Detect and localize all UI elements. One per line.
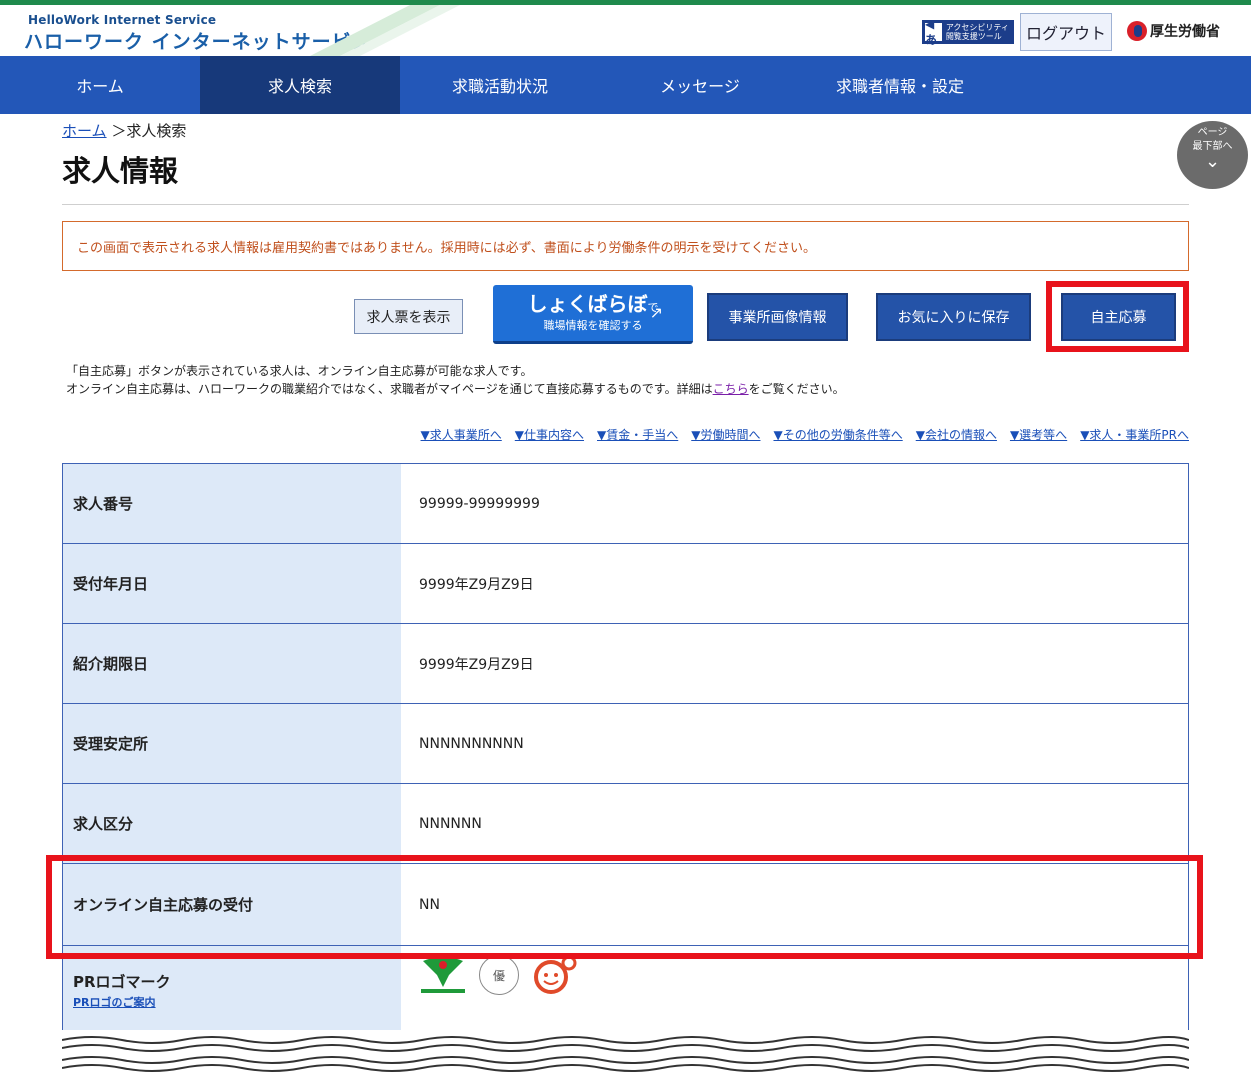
- anchor-company-info[interactable]: ▼会社の情報へ: [916, 426, 997, 443]
- nav-item-messages[interactable]: メッセージ: [600, 56, 800, 114]
- shokubarabo-button[interactable]: しょくばらぼで 職場情報を確認する ↗: [493, 285, 693, 344]
- pr-logo-label-cell: PRロゴマーク PRロゴのご案内: [63, 946, 401, 1034]
- ministry-name: 厚生労働省: [1150, 24, 1220, 40]
- row-value: NNNNNNNNNN: [401, 704, 1188, 783]
- breadcrumb-separator: ＞: [106, 122, 127, 140]
- office-images-button[interactable]: 事業所画像情報: [707, 293, 848, 341]
- anchor-job-content[interactable]: ▼仕事内容へ: [515, 426, 584, 443]
- row-value: 99999-99999999: [401, 464, 1188, 543]
- accessibility-icon: ◀あ: [925, 17, 942, 47]
- accessibility-tool-button[interactable]: ◀あ アクセシビリティ 閲覧支援ツール: [922, 17, 1014, 47]
- table-row: PRロゴマーク PRロゴのご案内 優: [62, 946, 1189, 1034]
- title-divider: [62, 204, 1189, 205]
- scroll-to-bottom-button[interactable]: ページ 最下部へ ⌄: [1177, 121, 1248, 189]
- online-apply-row-highlight: [46, 855, 1203, 959]
- scroll-button-line1: ページ: [1197, 127, 1228, 138]
- section-anchor-links: ▼求人事業所へ ▼仕事内容へ ▼賃金・手当へ ▼労働時間へ ▼その他の労働条件等…: [421, 426, 1189, 443]
- ministry-emblem-icon: [1127, 21, 1147, 41]
- nav-item-activity-status[interactable]: 求職活動状況: [400, 56, 600, 114]
- note-line1: 「自主応募」ボタンが表示されている求人は、オンライン自主応募が可能な求人です。: [66, 364, 533, 378]
- kurumin-logo-icon: [534, 955, 577, 994]
- accessibility-label: アクセシビリティ 閲覧支援ツール: [945, 23, 1009, 41]
- table-row: 紹介期限日 9999年Z9月Z9日: [62, 624, 1189, 704]
- anchor-working-hours[interactable]: ▼労働時間へ: [691, 426, 760, 443]
- anchor-selection[interactable]: ▼選考等へ: [1010, 426, 1067, 443]
- breadcrumb-home-link[interactable]: ホーム: [62, 122, 107, 140]
- row-value: 9999年Z9月Z9日: [401, 624, 1188, 703]
- table-row: 受理安定所 NNNNNNNNNN: [62, 704, 1189, 784]
- chevron-down-icon: ⌄: [1204, 151, 1221, 172]
- row-label: PRロゴマーク: [73, 972, 171, 991]
- nav-item-seeker-settings[interactable]: 求職者情報・設定: [800, 56, 1000, 114]
- site-header: HelloWork Internet Service ハローワーク インターネッ…: [0, 5, 1251, 56]
- logo-subtitle: HelloWork Internet Service: [28, 13, 217, 27]
- table-row: 求人区分 NNNNNN: [62, 784, 1189, 864]
- nav-item-job-search[interactable]: 求人検索: [200, 56, 400, 114]
- anchor-employer[interactable]: ▼求人事業所へ: [421, 426, 502, 443]
- anchor-pr[interactable]: ▼求人・事業所PRへ: [1080, 426, 1189, 443]
- logout-button[interactable]: ログアウト: [1020, 13, 1112, 51]
- pr-logos: 優: [419, 955, 577, 995]
- details-link[interactable]: こちら: [713, 382, 749, 396]
- show-job-ticket-button[interactable]: 求人票を表示: [354, 299, 463, 334]
- nav-item-home[interactable]: ホーム: [0, 56, 200, 114]
- shokubarabo-title: しょくばらぼ: [527, 292, 648, 316]
- self-apply-highlight: [1046, 281, 1189, 352]
- row-label: 紹介期限日: [63, 624, 401, 703]
- contract-notice: この画面で表示される求人情報は雇用契約書ではありません。採用時には必ず、書面によ…: [62, 221, 1189, 271]
- excellent-logo-icon: 優: [479, 955, 519, 995]
- row-label: 求人区分: [63, 784, 401, 863]
- row-label: 受理安定所: [63, 704, 401, 783]
- row-value: 9999年Z9月Z9日: [401, 544, 1188, 623]
- pr-logos-cell: 優: [401, 946, 1188, 1034]
- shokubarabo-subtitle: 職場情報を確認する: [543, 319, 643, 332]
- breadcrumb-current: 求人検索: [126, 122, 187, 140]
- save-favorite-button[interactable]: お気に入りに保存: [876, 293, 1031, 341]
- ministry-logo[interactable]: 厚生労働省: [1127, 21, 1220, 41]
- page-cut-wave-decoration: [62, 1030, 1189, 1079]
- page-title: 求人情報: [62, 154, 179, 188]
- logo-swoosh-icon: [310, 5, 460, 56]
- pr-logo-guide-link[interactable]: PRロゴのご案内: [73, 994, 156, 1010]
- main-nav: ホーム 求人検索 求職活動状況 メッセージ 求職者情報・設定: [0, 56, 1251, 114]
- note-line2-pre: オンライン自主応募は、ハローワークの職業紹介ではなく、求職者がマイページを通じて…: [66, 382, 713, 396]
- row-label: 受付年月日: [63, 544, 401, 623]
- note-line2-post: をご覧ください。: [748, 382, 845, 396]
- external-link-icon: ↗: [649, 303, 663, 322]
- row-label: 求人番号: [63, 464, 401, 543]
- anchor-other-conditions[interactable]: ▼その他の労働条件等へ: [773, 426, 902, 443]
- table-row: 求人番号 99999-99999999: [62, 464, 1189, 544]
- table-row: 受付年月日 9999年Z9月Z9日: [62, 544, 1189, 624]
- youth-yell-logo-icon: [421, 957, 465, 993]
- row-value: NNNNNN: [401, 784, 1188, 863]
- anchor-wages[interactable]: ▼賃金・手当へ: [597, 426, 678, 443]
- breadcrumb: ホーム ＞求人検索: [62, 120, 186, 141]
- self-apply-note: 「自主応募」ボタンが表示されている求人は、オンライン自主応募が可能な求人です。 …: [66, 362, 845, 398]
